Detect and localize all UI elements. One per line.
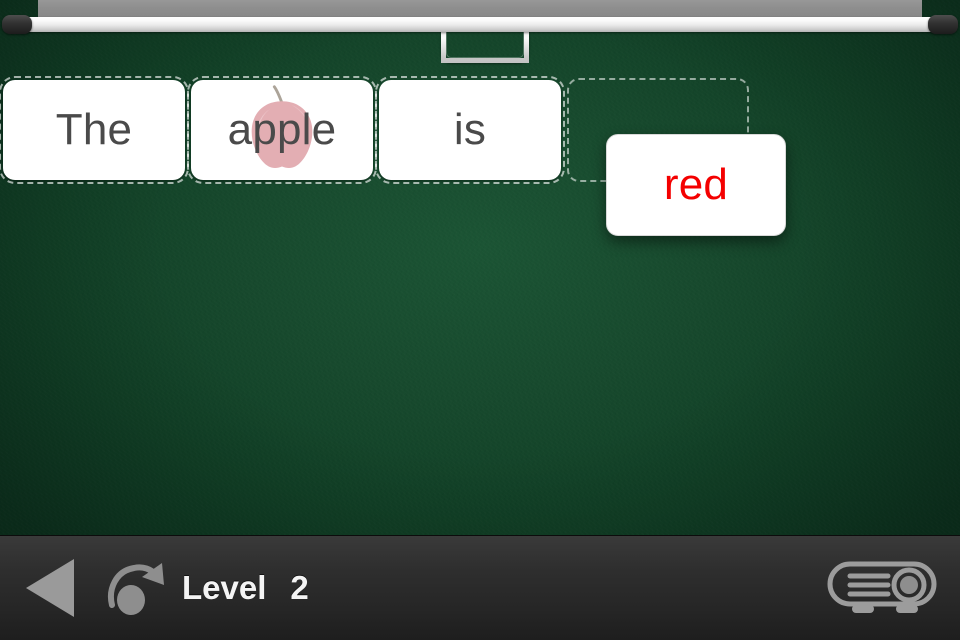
word-card-is[interactable]: is <box>375 76 565 184</box>
replay-icon[interactable] <box>106 557 172 619</box>
level-indicator: Level 2 <box>182 569 309 607</box>
word-card-apple[interactable]: apple <box>187 76 377 184</box>
roller-end-cap-right <box>928 15 958 34</box>
word-card-label: apple <box>227 105 337 154</box>
level-number: 2 <box>290 569 309 606</box>
back-arrow-icon[interactable] <box>26 559 74 617</box>
projector-icon[interactable] <box>826 559 938 617</box>
level-label: Level <box>182 569 267 606</box>
word-card-label: The <box>55 105 133 154</box>
bottom-toolbar: Level 2 <box>0 535 960 640</box>
word-card-label: is <box>453 105 487 154</box>
roller-bar <box>16 17 944 32</box>
word-card-red-dragging[interactable]: red <box>606 134 786 236</box>
word-card-the[interactable]: The <box>0 76 189 184</box>
roller-end-cap-left <box>2 15 32 34</box>
app-root: The apple is red Level 2 <box>0 0 960 640</box>
word-card-label: red <box>663 160 729 209</box>
